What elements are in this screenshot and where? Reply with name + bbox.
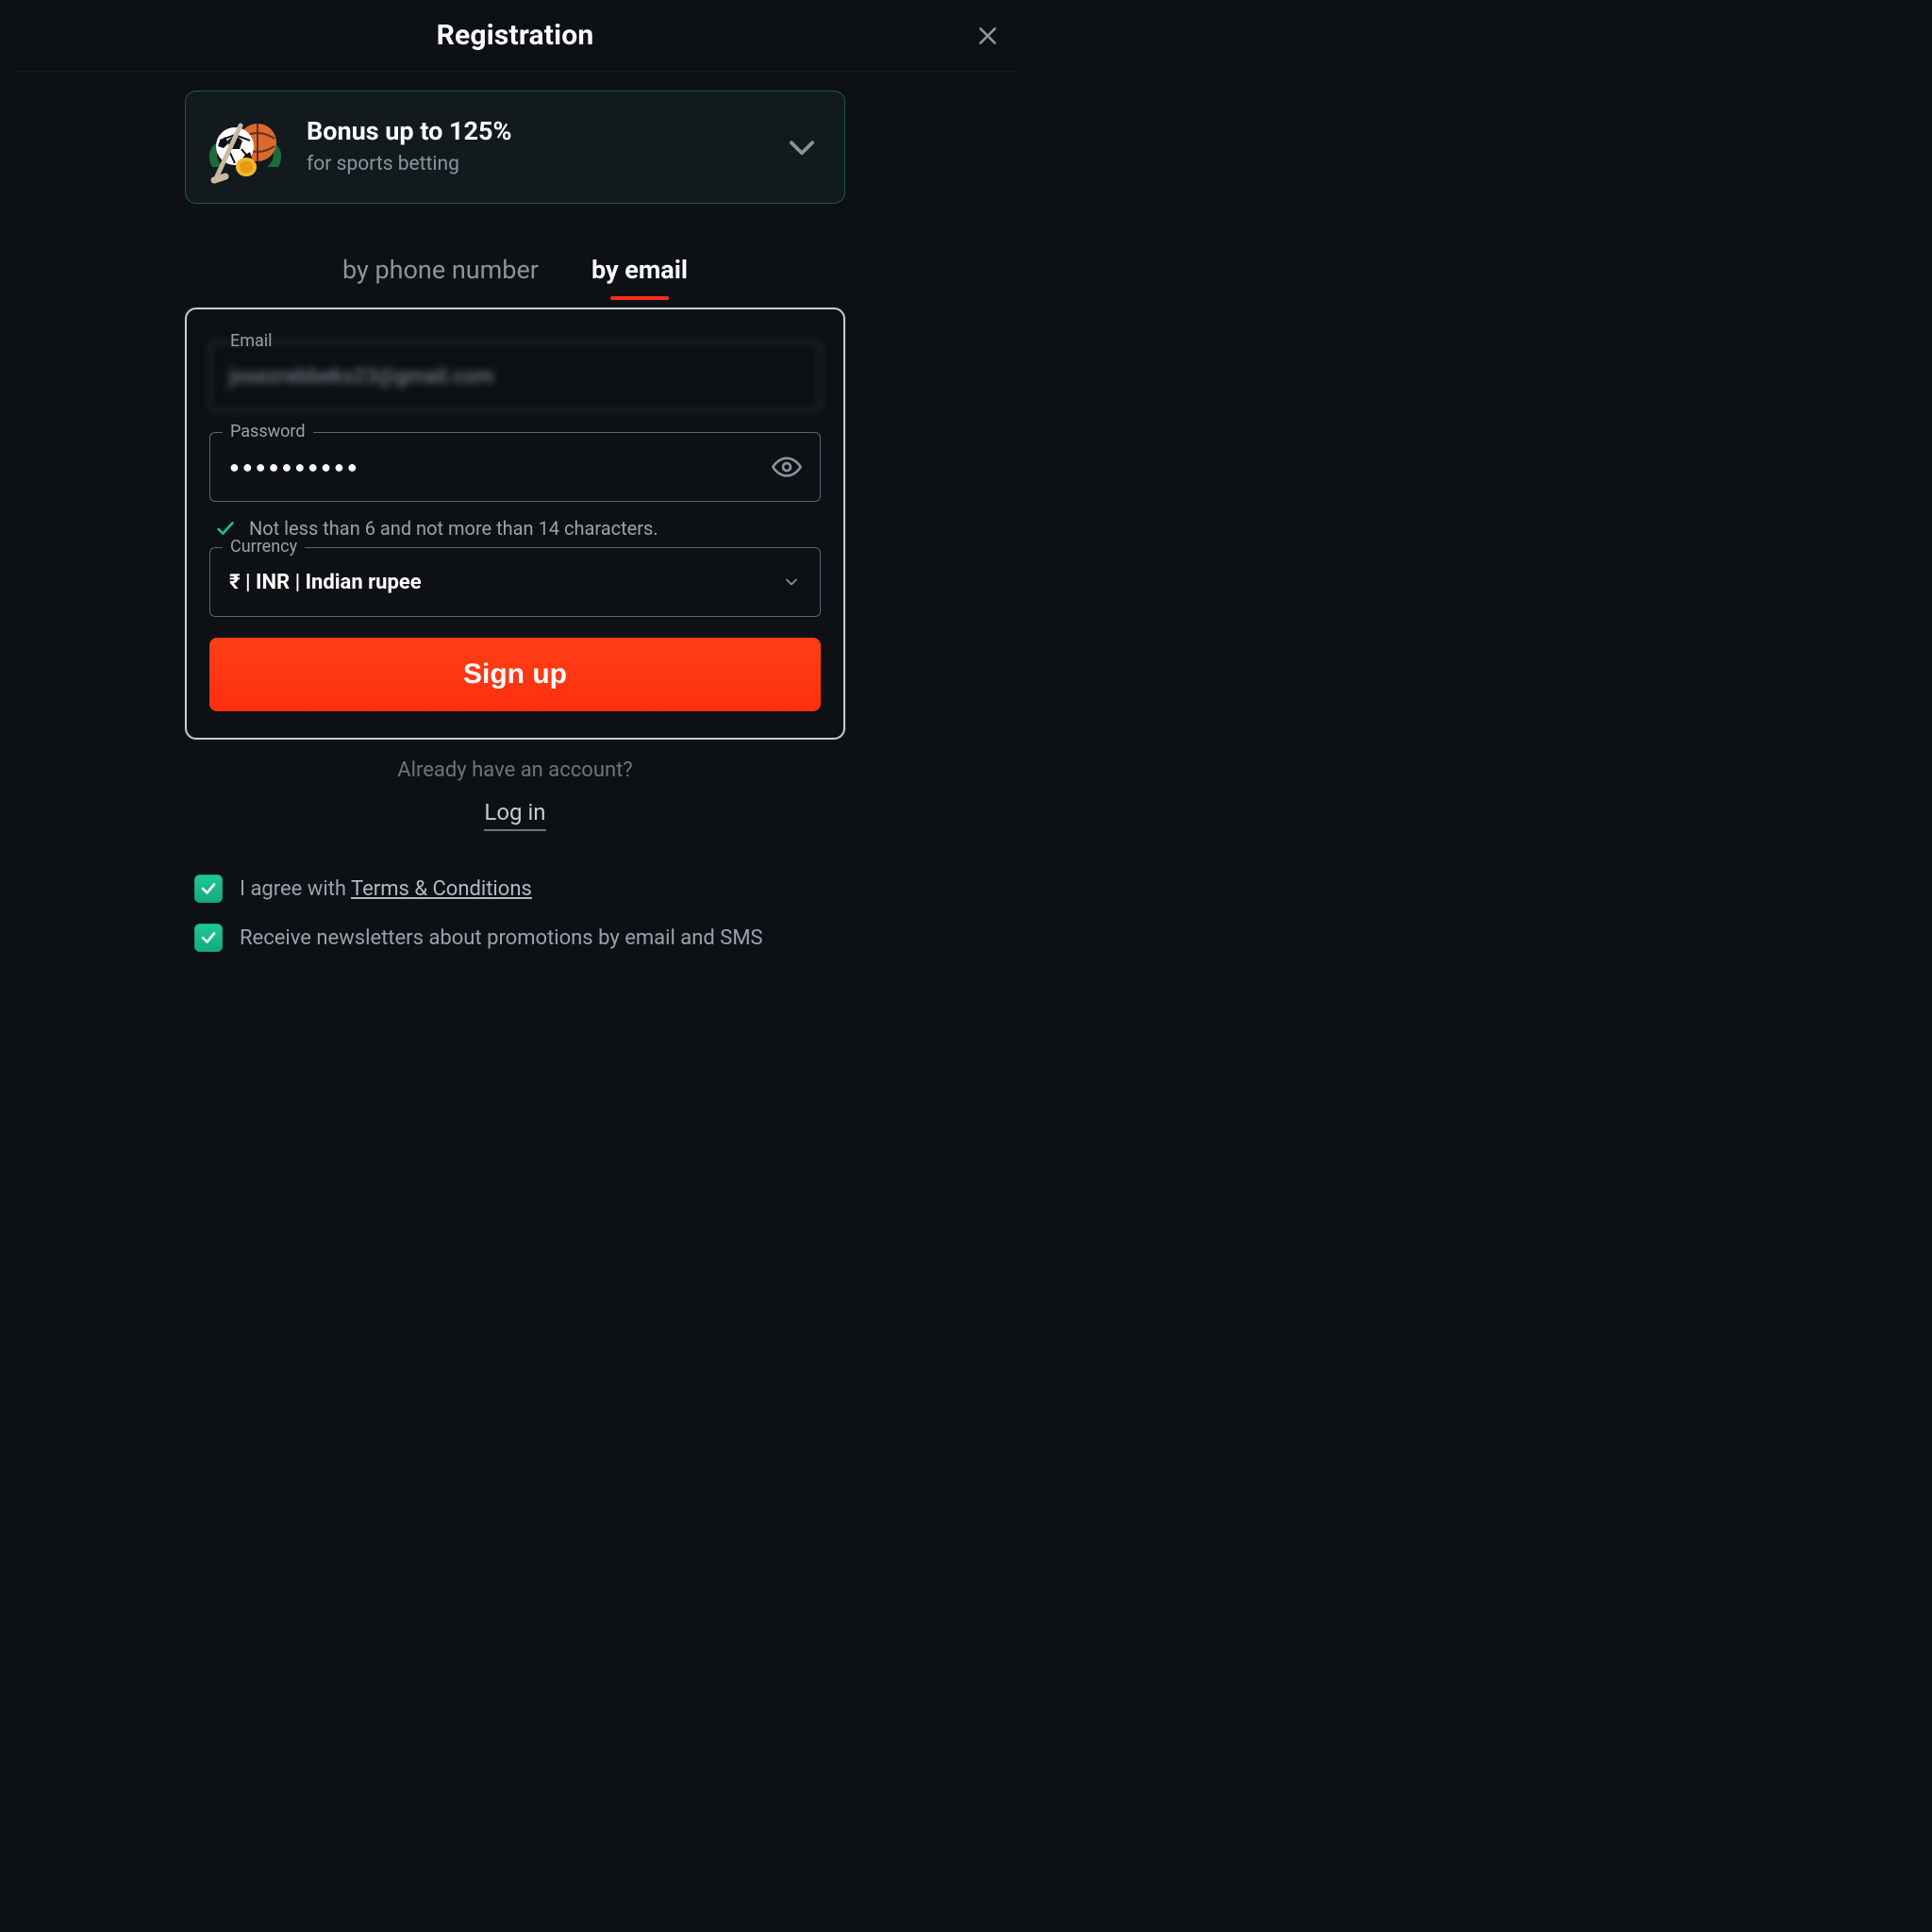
checkbox-terms[interactable] <box>194 874 223 903</box>
signup-form-panel: Email josezrebbeks23@gmail.com Password … <box>185 308 845 740</box>
login-link[interactable]: Log in <box>484 799 545 831</box>
password-hint-text: Not less than 6 and not more than 14 cha… <box>249 517 658 540</box>
password-field[interactable]: ●●●●●●●●●● <box>209 432 821 502</box>
already-have-account: Already have an account? <box>185 758 845 782</box>
bonus-subtitle: for sports betting <box>307 153 512 175</box>
terms-link[interactable]: Terms & Conditions <box>351 877 532 901</box>
currency-select[interactable]: ₹ | INR | Indian rupee <box>209 547 821 617</box>
sports-bonus-icon <box>203 108 288 184</box>
bonus-card[interactable]: Bonus up to 125% for sports betting <box>185 91 845 204</box>
currency-label: Currency <box>223 537 305 557</box>
chevron-down-icon[interactable] <box>784 129 820 165</box>
bonus-title: Bonus up to 125% <box>307 117 512 146</box>
password-label: Password <box>223 422 313 441</box>
close-icon[interactable] <box>972 20 1004 52</box>
tab-email[interactable]: by email <box>591 255 688 291</box>
currency-value: ₹ | INR | Indian rupee <box>229 571 422 594</box>
newsletter-label: Receive newsletters about promotions by … <box>240 924 763 954</box>
signup-button[interactable]: Sign up <box>209 638 821 711</box>
terms-prefix: I agree with <box>240 877 351 901</box>
tab-phone[interactable]: by phone number <box>342 255 539 291</box>
page-title: Registration <box>437 19 594 52</box>
check-icon <box>215 518 236 539</box>
checkbox-newsletter[interactable] <box>194 924 223 952</box>
chevron-down-icon <box>782 573 801 591</box>
email-field[interactable]: josezrebbeks23@gmail.com <box>209 341 821 411</box>
eye-icon[interactable] <box>772 452 802 482</box>
